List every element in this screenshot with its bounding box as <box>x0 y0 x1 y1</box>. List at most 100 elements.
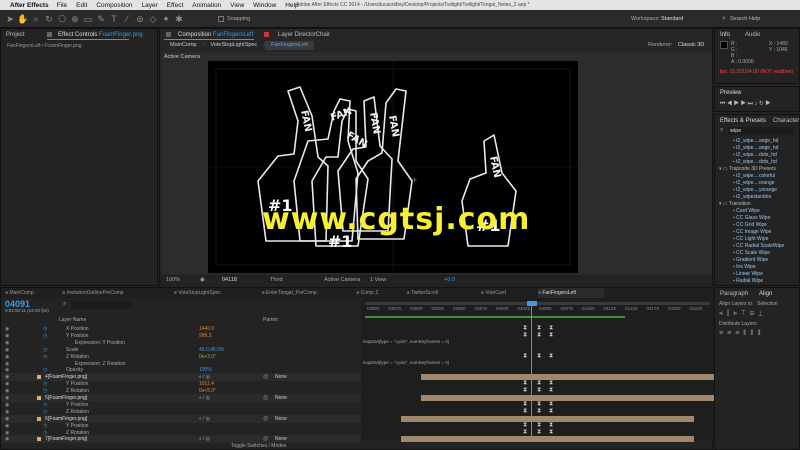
keyframe-icon[interactable]: ⧗ <box>549 408 554 414</box>
keyframe-icon[interactable]: ⧗ <box>523 353 528 359</box>
pen-tool-icon[interactable]: ✎ <box>95 13 107 25</box>
tab-align[interactable]: Align <box>759 289 772 299</box>
keyframe-icon[interactable]: ⧗ <box>523 380 528 386</box>
keyframe-icon[interactable]: ⧗ <box>523 387 528 393</box>
effects-item[interactable]: ▪ t2_wipe....dots_hd <box>717 152 799 159</box>
effects-item[interactable]: ▪ Iris Wipe <box>717 264 799 271</box>
keyframe-icon[interactable]: ⧗ <box>549 380 554 386</box>
align-to-select[interactable]: Selection <box>757 301 778 307</box>
tab-audio[interactable]: Audio <box>745 30 760 40</box>
ram-preview-icon[interactable]: ▶ <box>765 101 772 107</box>
timeline-search-input[interactable] <box>71 301 131 309</box>
roto-tool-icon[interactable]: ✦ <box>160 13 172 25</box>
effects-item[interactable]: ▪ t2_wipe....orange <box>717 180 799 187</box>
brush-tool-icon[interactable]: ⁄ <box>121 13 133 25</box>
effects-folder[interactable]: ▾ ▭ Trapcode 3D Presets <box>717 166 799 173</box>
clone-tool-icon[interactable]: ⊚ <box>134 13 146 25</box>
breadcrumb-item[interactable]: MainComp <box>164 41 203 50</box>
layer-duration-bar[interactable] <box>421 374 714 381</box>
effects-search-input[interactable]: wipe <box>728 127 794 135</box>
prev-frame-icon[interactable]: ◀ <box>727 101 734 107</box>
layer-duration-bar[interactable] <box>401 436 694 443</box>
pan-behind-tool-icon[interactable]: ⊕ <box>69 13 81 25</box>
eraser-tool-icon[interactable]: ◇ <box>147 13 159 25</box>
tab-info[interactable]: Info <box>720 30 730 40</box>
menu-layer[interactable]: Layer <box>141 2 157 9</box>
keyframe-icon[interactable]: ⧗ <box>549 422 554 428</box>
effects-item[interactable]: ▪ t2_wipe....dots_hd <box>717 159 799 166</box>
type-tool-icon[interactable]: T <box>108 13 120 25</box>
exposure-value[interactable]: +0.0 <box>444 275 455 286</box>
timeline-tab[interactable]: ■ VoteStopLightSpec <box>174 288 250 298</box>
expression-text[interactable]: loopOut(type = "cycle", numKeyframes = 0… <box>363 339 449 344</box>
label-color-swatch[interactable] <box>37 416 41 421</box>
keyframe-icon[interactable]: ⧗ <box>537 380 542 386</box>
rectangle-tool-icon[interactable]: ▭ <box>82 13 94 25</box>
effects-item[interactable]: ▪ CC Radial ScaleWipe <box>717 243 799 250</box>
renderer-value[interactable]: Classic 3D <box>678 42 704 48</box>
column-parent[interactable]: Parent <box>263 317 278 323</box>
breadcrumb-item[interactable]: FanFingersLeft <box>265 41 315 50</box>
align-right-icon[interactable]: ⫸ <box>733 310 741 317</box>
zoom-tool-icon[interactable]: ⌕ <box>30 13 42 25</box>
effects-item[interactable]: ▪ CC Glass Wipe <box>717 215 799 222</box>
timecode-display[interactable]: 04118 <box>222 275 237 286</box>
menu-window[interactable]: Window <box>253 2 276 9</box>
snapping-checkbox[interactable] <box>218 16 224 22</box>
menu-view[interactable]: View <box>230 2 244 9</box>
layer-switches[interactable]: ◐ ⁄ ◎ <box>199 435 210 443</box>
distribute-top-icon[interactable]: ≡ <box>719 330 727 337</box>
effects-item[interactable]: ▪ Linear Wipe <box>717 271 799 278</box>
visibility-icon[interactable]: ◉ <box>5 435 9 443</box>
distribute-right-icon[interactable]: ⦀ <box>757 330 764 337</box>
camera-tool-icon[interactable]: ⎔ <box>56 13 68 25</box>
time-graph[interactable]: 03850 03875 03900 03925 03950 03975 04000 04025… <box>361 298 714 443</box>
tab-project[interactable]: Project <box>6 30 25 40</box>
expression-text[interactable]: loopOut(type = "cycle", numKeyframes = 0… <box>363 360 449 365</box>
effects-item[interactable]: ▪ Radial Wipe <box>717 278 799 285</box>
tab-effects-presets[interactable]: Effects & Presets <box>720 116 766 126</box>
keyframe-icon[interactable]: ⧗ <box>523 422 528 428</box>
zoom-select[interactable]: 100% <box>166 275 180 286</box>
play-icon[interactable]: ▶ <box>734 101 741 107</box>
effects-folder[interactable]: ▾ ▭ Transition <box>717 201 799 208</box>
selection-tool-icon[interactable]: ➤ <box>4 13 16 25</box>
keyframe-icon[interactable]: ⧗ <box>523 408 528 414</box>
menu-edit[interactable]: Edit <box>76 2 87 9</box>
keyframe-icon[interactable]: ⧗ <box>523 332 528 338</box>
label-color-swatch[interactable] <box>37 375 41 380</box>
keyframe-icon[interactable]: ⧗ <box>537 325 542 331</box>
effects-item[interactable]: ▪ CC Light Wipe <box>717 236 799 243</box>
keyframe-icon[interactable]: ⧗ <box>537 332 542 338</box>
keyframe-icon[interactable]: ⧗ <box>549 353 554 359</box>
effects-item[interactable]: ▪ Gradient Wipe <box>717 257 799 264</box>
resolution-select[interactable]: Third <box>270 275 283 286</box>
label-color-swatch[interactable] <box>37 437 41 442</box>
timeline-tab[interactable]: ■ VoteCard <box>481 288 526 298</box>
layer-duration-bar[interactable] <box>421 395 714 401</box>
effects-item[interactable]: ▪ t2_wipe....ange_hd <box>717 145 799 152</box>
keyframe-icon[interactable]: ⧗ <box>537 429 542 435</box>
toggle-switches-modes[interactable]: Toggle Switches / Modes <box>231 443 286 449</box>
keyframe-icon[interactable]: ⧗ <box>523 429 528 435</box>
timeline-tab[interactable]: ■ EnterTongal_PreComp <box>262 288 345 298</box>
align-vcenter-icon[interactable]: ⊟ <box>750 310 758 317</box>
effects-item[interactable]: ▪ CC Image Wipe <box>717 229 799 236</box>
puppet-tool-icon[interactable]: ✱ <box>173 13 185 25</box>
effects-item[interactable]: ▪ CC Scale Wipe <box>717 250 799 257</box>
keyframe-icon[interactable]: ⧗ <box>537 401 542 407</box>
effects-item[interactable]: ▪ CC Grid Wipe <box>717 222 799 229</box>
effects-item[interactable]: ▪ t2_wipe....yorange <box>717 187 799 194</box>
effects-item[interactable]: ▪ Card Wipe <box>717 208 799 215</box>
timeline-search-icon[interactable]: ⌕ <box>63 301 66 308</box>
camera-select[interactable]: Active Camera <box>324 275 360 286</box>
effects-item[interactable]: ▪ t2_wipestardots <box>717 194 799 201</box>
menu-effect[interactable]: Effect <box>167 2 184 9</box>
keyframe-icon[interactable]: ⧗ <box>549 387 554 393</box>
distribute-vcenter-icon[interactable]: ≡ <box>727 330 735 337</box>
column-layer-name[interactable]: Layer Name <box>59 317 86 323</box>
label-color-swatch[interactable] <box>37 396 41 400</box>
timeline-tab[interactable]: ■ MainComp <box>5 288 50 298</box>
menu-composition[interactable]: Composition <box>96 2 132 9</box>
tab-preview[interactable]: Preview <box>720 88 741 98</box>
